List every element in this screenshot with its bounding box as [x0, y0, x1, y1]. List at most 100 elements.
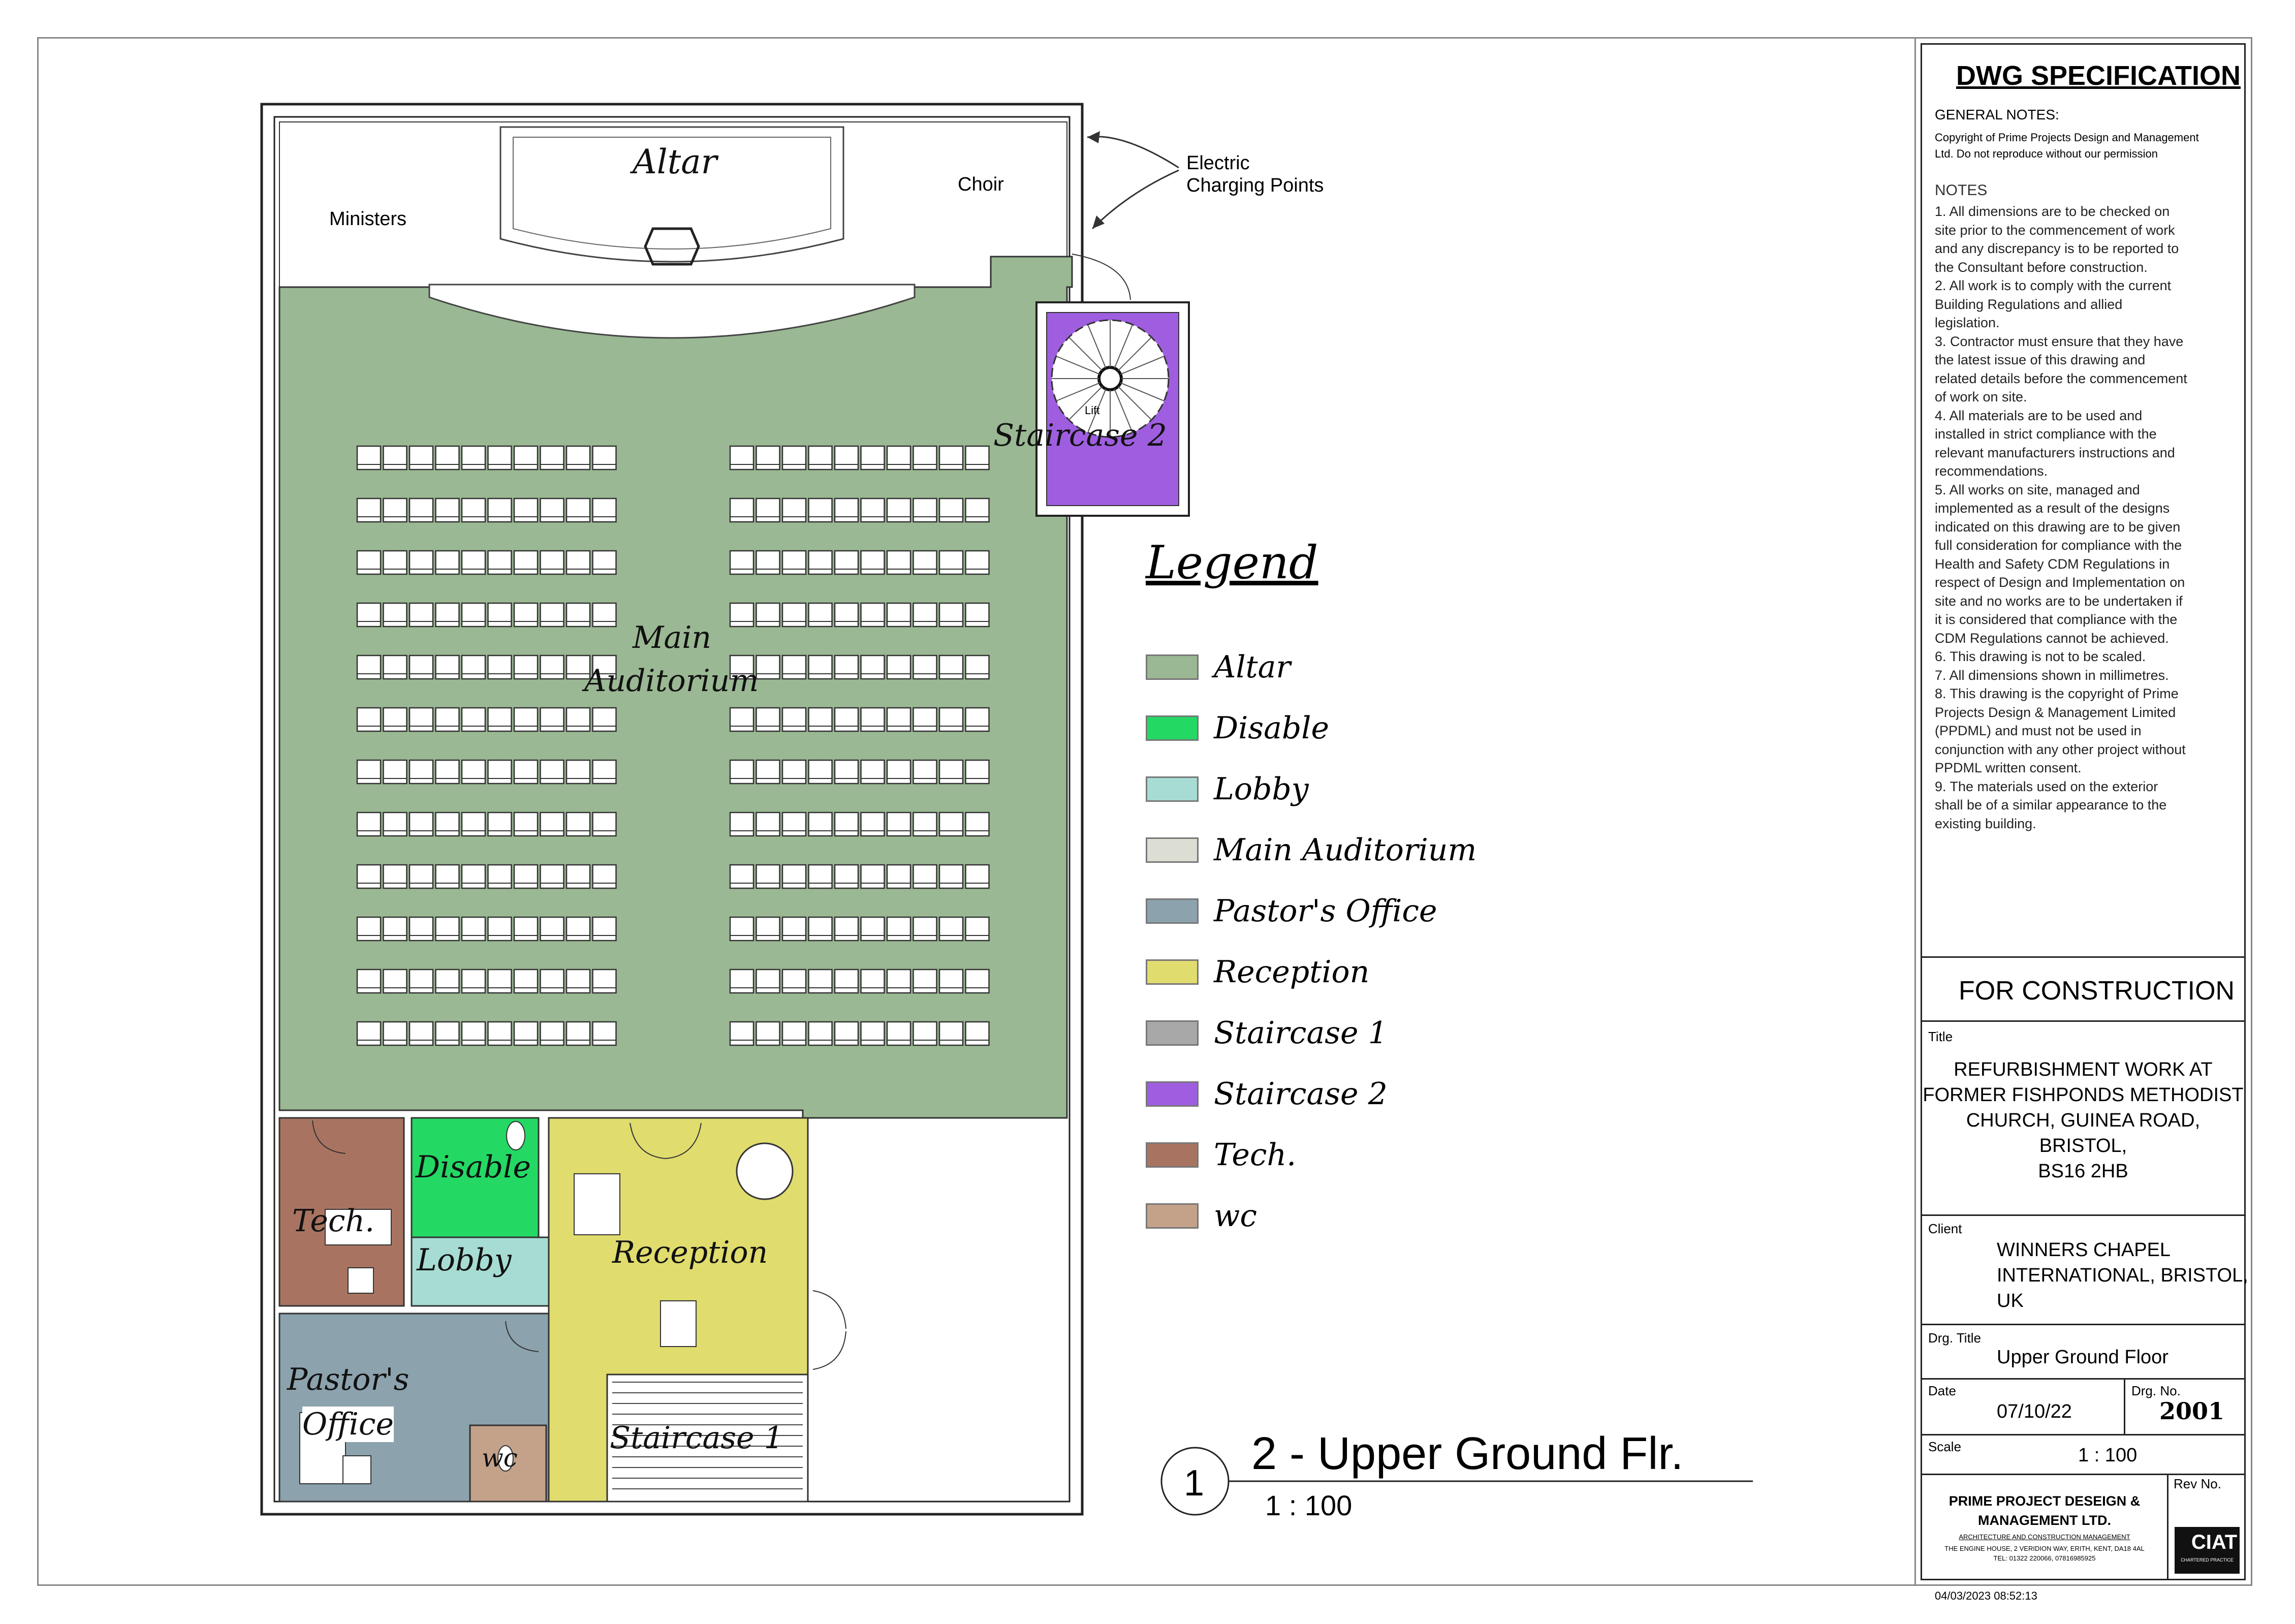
seat: [383, 550, 407, 575]
seat: [729, 916, 754, 942]
seat: [729, 707, 754, 732]
timestamp: 04/03/2023 08:52:13: [1935, 1589, 2037, 1602]
drg-no: 2001: [2159, 1397, 2225, 1425]
seat: [938, 811, 964, 837]
note-line: 2. All work is to comply with the curren…: [1935, 278, 2172, 293]
project-title-line: CHURCH, GUINEA ROAD, BRISTOL,: [1966, 1110, 2200, 1157]
seat: [913, 550, 937, 575]
project-title-line: REFURBISHMENT WORK AT: [1954, 1059, 2213, 1080]
status-divider: [1921, 956, 2246, 958]
seat: [913, 1021, 937, 1046]
seat: [886, 916, 911, 942]
project-title-line: FORMER FISHPONDS METHODIST: [1923, 1084, 2244, 1106]
seat: [540, 759, 564, 785]
note-line: Building Regulations and allied: [1935, 296, 2123, 312]
note-line: 6. This drawing is not to be scaled.: [1935, 649, 2146, 664]
seat: [834, 497, 859, 523]
copyright-line-1: Copyright of Prime Projects Design and M…: [1935, 131, 2199, 144]
seat: [435, 969, 460, 994]
seat: [860, 1021, 885, 1046]
legend-swatch: [1146, 837, 1199, 863]
seat: [408, 445, 434, 471]
seat: [592, 707, 617, 732]
label-lobby: Lobby: [417, 1242, 512, 1278]
seat: [886, 864, 911, 889]
seat: [592, 550, 617, 575]
project-title: REFURBISHMENT WORK AT FORMER FISHPONDS ME…: [1921, 1057, 2246, 1184]
seat: [781, 497, 807, 523]
seat: [860, 445, 885, 471]
seat: [781, 1021, 807, 1046]
seat: [886, 707, 911, 732]
note-line: the Consultant before construction.: [1935, 259, 2148, 275]
seat: [808, 654, 833, 680]
seat: [435, 1021, 460, 1046]
note-line: site prior to the commencement of work: [1935, 222, 2175, 238]
seat: [834, 602, 859, 628]
seat: [965, 445, 990, 471]
legend-item: Tech.: [1146, 1137, 1296, 1173]
note-line: 8. This drawing is the copyright of Prim…: [1935, 686, 2179, 701]
seat: [965, 811, 990, 837]
seat: [834, 1021, 859, 1046]
seat: [729, 864, 754, 889]
seat: [513, 445, 539, 471]
seat: [860, 864, 885, 889]
legend-swatch: [1146, 1081, 1199, 1107]
legend-label: Lobby: [1214, 771, 1309, 807]
seat: [886, 445, 911, 471]
drg-no-label: Drg. No.: [2131, 1383, 2181, 1398]
seat: [540, 654, 564, 680]
seat: [356, 916, 382, 942]
seat: [834, 969, 859, 994]
seat: [729, 602, 754, 628]
toilet: [506, 1121, 525, 1150]
seat: [540, 969, 564, 994]
seat: [913, 707, 937, 732]
legend-swatch: [1146, 1203, 1199, 1229]
legend-item: Reception: [1146, 954, 1369, 990]
view-title: 2 - Upper Ground Flr.: [1251, 1428, 1684, 1479]
seat: [487, 1021, 512, 1046]
seat: [461, 1021, 486, 1046]
seat: [781, 654, 807, 680]
seat: [461, 497, 486, 523]
seat: [729, 811, 754, 837]
seat: [592, 445, 617, 471]
seat: [487, 497, 512, 523]
seat: [540, 811, 564, 837]
title-block-divider: [1914, 37, 1916, 1586]
seat: [487, 707, 512, 732]
seat: [756, 707, 780, 732]
note-line: 7. All dimensions shown in millimetres.: [1935, 667, 2169, 683]
seat: [565, 759, 591, 785]
seat: [435, 445, 460, 471]
seat: [383, 759, 407, 785]
rev-label: Rev No.: [2174, 1476, 2221, 1491]
client-label: Client: [1928, 1221, 1962, 1236]
seat: [860, 759, 885, 785]
legend-swatch: [1146, 898, 1199, 924]
seat: [886, 497, 911, 523]
seat: [513, 550, 539, 575]
general-notes-label: GENERAL NOTES:: [1935, 107, 2059, 122]
seat: [808, 602, 833, 628]
seat: [540, 550, 564, 575]
seat: [408, 497, 434, 523]
seat: [781, 602, 807, 628]
note-line: of work on site.: [1935, 389, 2027, 404]
seat: [540, 707, 564, 732]
seat: [435, 497, 460, 523]
seat: [729, 759, 754, 785]
seat: [860, 602, 885, 628]
legend-swatch: [1146, 776, 1199, 802]
seat: [938, 445, 964, 471]
seat: [592, 1021, 617, 1046]
seat: [938, 864, 964, 889]
legend-label: Main Auditorium: [1214, 832, 1477, 868]
seat: [408, 811, 434, 837]
seat: [913, 602, 937, 628]
seat: [756, 654, 780, 680]
seat: [592, 916, 617, 942]
seat: [461, 602, 486, 628]
